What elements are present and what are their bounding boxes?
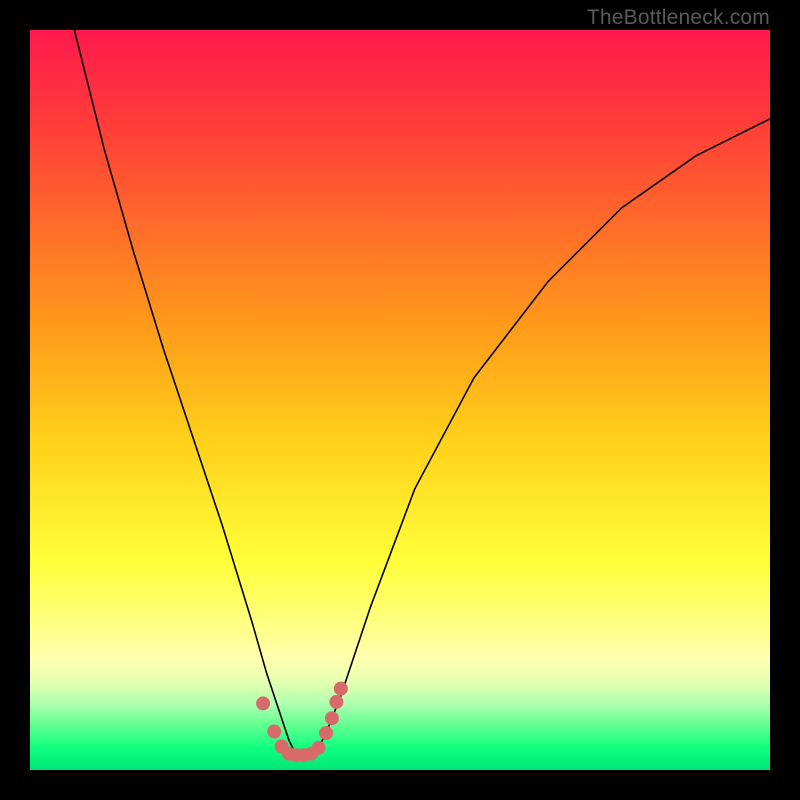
marker-dot xyxy=(256,696,270,710)
marker-dot xyxy=(329,695,343,709)
marker-dot xyxy=(319,726,333,740)
chart-stage: TheBottleneck.com xyxy=(0,0,800,800)
marker-group xyxy=(256,682,348,763)
watermark-text: TheBottleneck.com xyxy=(587,6,770,30)
chart-svg xyxy=(30,30,770,770)
marker-dot xyxy=(334,682,348,696)
marker-dot xyxy=(312,741,326,755)
bottleneck-curve xyxy=(74,30,770,755)
marker-dot xyxy=(325,711,339,725)
plot-area xyxy=(30,30,770,770)
marker-dot xyxy=(267,725,281,739)
